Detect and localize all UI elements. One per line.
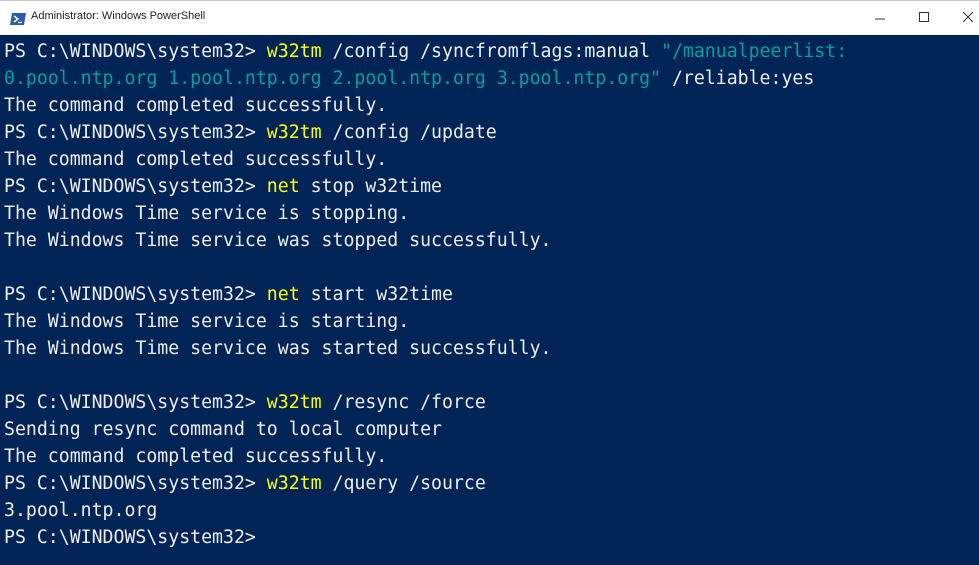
command-args: /config /syncfromflags:manual — [321, 41, 661, 62]
prompt: PS C:\WINDOWS\system32> — [4, 284, 267, 305]
maximize-icon — [919, 9, 929, 27]
console-line: PS C:\WINDOWS\system32> w32tm /query /so… — [4, 470, 847, 497]
console-output-line: The Windows Time service is stopping. — [4, 203, 410, 224]
command-args: /resync /force — [321, 392, 486, 413]
minimize-icon — [875, 9, 885, 27]
prompt: PS C:\WINDOWS\system32> — [4, 473, 267, 494]
console-output-line: The command completed successfully. — [4, 446, 388, 467]
close-button[interactable] — [950, 5, 979, 31]
command-name: w32tm — [266, 392, 322, 413]
minimize-button[interactable] — [862, 5, 898, 31]
command-args: /reliable:yes — [661, 68, 815, 89]
console-line: PS C:\WINDOWS\system32> net start w32tim… — [4, 281, 847, 308]
console-output-line: The Windows Time service was started suc… — [4, 338, 552, 359]
command-args: /config /update — [321, 122, 497, 143]
console-output-line: The command completed successfully. — [4, 95, 388, 116]
final-prompt: PS C:\WINDOWS\system32> — [4, 527, 256, 548]
maximize-button[interactable] — [906, 5, 942, 31]
prompt: PS C:\WINDOWS\system32> — [4, 41, 267, 62]
console-line[interactable]: PS C:\WINDOWS\system32> — [4, 524, 847, 551]
command-args: stop w32time — [299, 176, 443, 197]
console-output-line: The command completed successfully. — [4, 149, 388, 170]
title-bar[interactable]: Administrator: Windows PowerShell — [0, 1, 979, 35]
command-name: net — [266, 176, 300, 197]
string-argument: "/manualpeerlist: — [661, 41, 848, 62]
console-line: PS C:\WINDOWS\system32> w32tm /config /u… — [4, 119, 847, 146]
console-output-line: Sending resync command to local computer — [4, 419, 442, 440]
console-line: PS C:\WINDOWS\system32> w32tm /resync /f… — [4, 389, 847, 416]
window-title: Administrator: Windows PowerShell — [31, 10, 206, 22]
console-output-line: 3.pool.ntp.org — [4, 500, 158, 521]
command-name: w32tm — [266, 41, 322, 62]
command-args: start w32time — [299, 284, 453, 305]
prompt: PS C:\WINDOWS\system32> — [4, 176, 267, 197]
console-line: PS C:\WINDOWS\system32> w32tm /config /s… — [4, 38, 847, 65]
console-line: 0.pool.ntp.org 1.pool.ntp.org 2.pool.ntp… — [4, 65, 847, 92]
close-icon — [962, 9, 974, 27]
powershell-window: Administrator: Windows PowerShell PS C:\… — [0, 0, 979, 565]
command-name: w32tm — [266, 473, 322, 494]
powershell-icon — [10, 12, 26, 25]
string-argument: 0.pool.ntp.org 1.pool.ntp.org 2.pool.ntp… — [4, 68, 661, 89]
prompt: PS C:\WINDOWS\system32> — [4, 122, 267, 143]
console-output[interactable]: PS C:\WINDOWS\system32> w32tm /config /s… — [0, 35, 979, 565]
command-args: /query /source — [321, 473, 486, 494]
console-output-line: The Windows Time service is starting. — [4, 311, 410, 332]
command-name: net — [266, 284, 300, 305]
command-name: w32tm — [266, 122, 322, 143]
prompt: PS C:\WINDOWS\system32> — [4, 392, 267, 413]
console-output-line: The Windows Time service was stopped suc… — [4, 230, 552, 251]
console-line: PS C:\WINDOWS\system32> net stop w32time — [4, 173, 847, 200]
